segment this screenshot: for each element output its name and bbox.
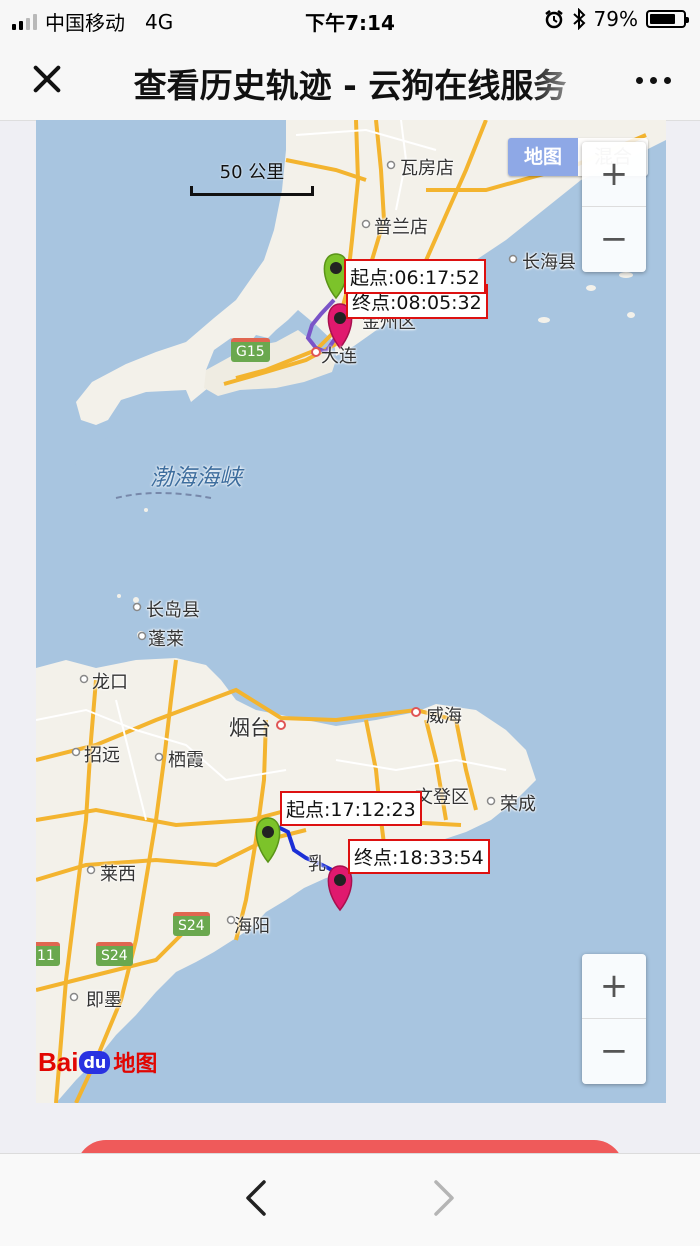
place-label: 龙口 [92, 672, 128, 693]
back-icon[interactable] [236, 1176, 280, 1220]
track-start-label: 起点:17:12:23 [280, 791, 422, 826]
place-label: 乳 [308, 854, 326, 875]
place-label: 普兰店 [374, 217, 428, 238]
baidu-map-logo: Bai du 地图 [38, 1046, 157, 1078]
highway-shield: G15 [231, 338, 270, 362]
island [144, 508, 148, 512]
battery-icon [646, 10, 689, 28]
zoom-control-bottom: + − [582, 954, 646, 1084]
highway-shield: 11 [36, 942, 60, 966]
city-dots-major [276, 347, 421, 730]
ferry-line [115, 492, 212, 499]
island [117, 594, 121, 598]
zoom-out-button[interactable]: − [582, 1018, 646, 1083]
status-bar: 中国移动 4G 下午7:14 79% [0, 0, 700, 38]
place-label: 海阳 [234, 916, 270, 937]
highway-shield: S24 [96, 942, 133, 966]
place-label: 烟台 [229, 716, 271, 740]
place-label: 长岛县 [146, 600, 200, 621]
map-type-map[interactable]: 地图 [508, 138, 578, 176]
zoom-in-button[interactable]: + [582, 954, 646, 1018]
bluetooth-icon [572, 8, 585, 30]
close-icon[interactable] [20, 52, 74, 106]
island [133, 597, 139, 603]
island [619, 272, 633, 278]
island [627, 312, 635, 318]
sea-label: 渤海海峡 [150, 465, 242, 491]
track-start-label: 起点:06:17:52 [344, 259, 486, 294]
scale-bar [190, 186, 314, 196]
zoom-in-button[interactable]: + [582, 142, 646, 206]
place-label: 荣成 [500, 794, 536, 815]
highway-shield: S24 [173, 912, 210, 936]
place-label: 莱西 [100, 864, 136, 885]
island [586, 285, 596, 291]
place-label: 威海 [426, 706, 462, 727]
place-label: 招远 [84, 745, 120, 766]
scale-label: 50 公里 [219, 162, 285, 183]
zoom-out-button[interactable]: − [582, 206, 646, 271]
logo-map-text: 地图 [113, 1052, 158, 1077]
island [538, 317, 550, 323]
place-label: 栖霞 [168, 750, 204, 771]
forward-icon[interactable] [420, 1176, 464, 1220]
alarm-icon [544, 10, 563, 29]
place-label: 大连 [321, 346, 357, 367]
zoom-control-top: + − [582, 142, 646, 272]
page-title: 查看历史轨迹 - 云狗在线服务 [133, 66, 567, 105]
place-label: 蓬莱 [148, 629, 184, 650]
place-label: 长海县 [522, 252, 576, 273]
place-label: 即墨 [86, 990, 122, 1011]
map-view[interactable]: 50 公里 地图 混合 + − + − G15 S24 S24 11 渤海海峡 … [36, 120, 666, 1103]
title-bar: 查看历史轨迹 - 云狗在线服务 [0, 38, 700, 121]
track-end-label: 终点:18:33:54 [348, 839, 490, 874]
place-label: 瓦房店 [400, 158, 454, 179]
logo-du: du [79, 1050, 111, 1074]
map-scale: 50 公里 [190, 158, 314, 196]
more-icon[interactable] [626, 62, 680, 98]
browser-nav-bar [0, 1153, 700, 1246]
place-label: 文登区 [415, 787, 469, 808]
logo-bai: Bai [38, 1046, 79, 1077]
battery-percent: 79% [593, 7, 638, 31]
